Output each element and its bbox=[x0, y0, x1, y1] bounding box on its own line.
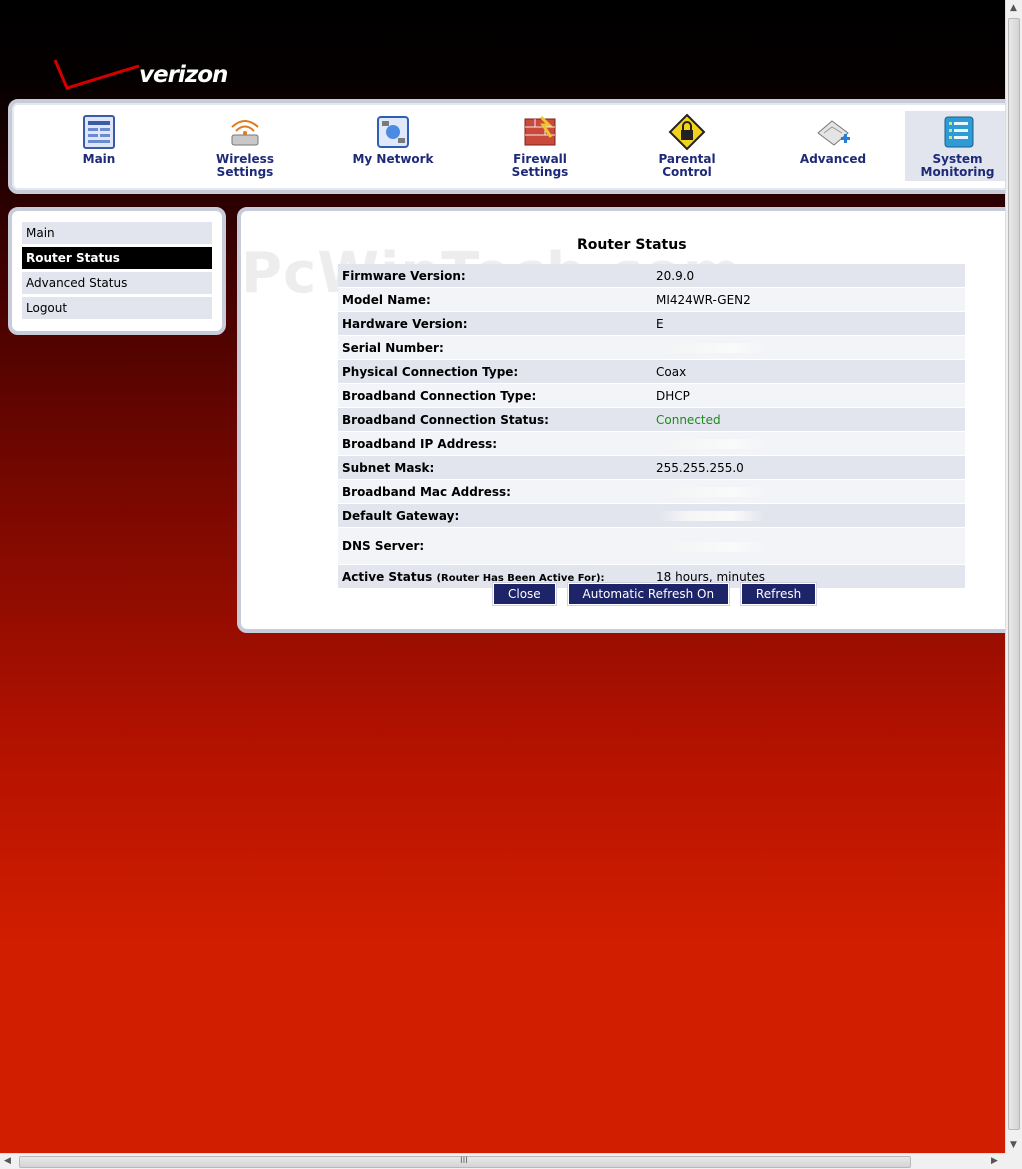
table-row: Broadband Connection Status: Connected bbox=[338, 407, 965, 432]
row-label: Broadband Mac Address: bbox=[338, 479, 652, 504]
scroll-left-icon[interactable]: ◀ bbox=[4, 1156, 11, 1166]
nav-firewall-settings[interactable]: Firewall Settings bbox=[485, 111, 595, 181]
table-row: Default Gateway: bbox=[338, 503, 965, 528]
close-button[interactable]: Close bbox=[492, 582, 557, 606]
sidebar-item-logout[interactable]: Logout bbox=[22, 297, 212, 319]
row-label: Physical Connection Type: bbox=[338, 359, 652, 384]
horizontal-scroll-thumb[interactable]: III bbox=[19, 1156, 911, 1168]
row-label: Hardware Version: bbox=[338, 311, 652, 336]
lock-icon bbox=[668, 113, 706, 151]
table-row: Firmware Version: 20.9.0 bbox=[338, 264, 965, 288]
top-navigation: Main Wireless Settings My Network Firewa… bbox=[8, 99, 1005, 194]
sidebar-item-router-status[interactable]: Router Status bbox=[22, 247, 212, 269]
row-label: Firmware Version: bbox=[338, 264, 652, 288]
logo-text: verizon bbox=[139, 62, 228, 88]
sidebar-item-main[interactable]: Main bbox=[22, 222, 212, 244]
scroll-up-icon[interactable]: ▲ bbox=[1010, 3, 1017, 13]
sidebar-item-advanced-status[interactable]: Advanced Status bbox=[22, 272, 212, 294]
row-label: Model Name: bbox=[338, 287, 652, 312]
active-status-note: (Router Has Been Active For): bbox=[436, 572, 605, 584]
wireless-icon bbox=[226, 113, 264, 151]
redacted-value bbox=[656, 487, 766, 497]
row-value: 20.9.0 bbox=[652, 264, 965, 288]
browser-viewport: verizon Main Wireless Settings My Networ… bbox=[0, 0, 1005, 1153]
firewall-icon bbox=[521, 113, 559, 151]
row-value: DHCP bbox=[652, 383, 965, 408]
active-status-text: Active Status bbox=[342, 569, 433, 584]
nav-wireless-label: Wireless Settings bbox=[216, 152, 274, 179]
table-row: Hardware Version: E bbox=[338, 311, 965, 336]
row-label: Broadband Connection Type: bbox=[338, 383, 652, 408]
nav-system-monitoring-label: System Monitoring bbox=[920, 152, 995, 179]
table-row: Physical Connection Type: Coax bbox=[338, 359, 965, 384]
router-status-table: Firmware Version: 20.9.0 Model Name: MI424… bbox=[338, 264, 965, 589]
connection-status-value: Connected bbox=[652, 407, 965, 432]
advanced-icon bbox=[814, 113, 852, 151]
row-label: Serial Number: bbox=[338, 335, 652, 360]
table-row: Serial Number: bbox=[338, 335, 965, 360]
refresh-button[interactable]: Refresh bbox=[739, 582, 818, 606]
action-buttons: Close Automatic Refresh On Refresh bbox=[492, 582, 824, 606]
redacted-value bbox=[656, 439, 766, 449]
redacted-value bbox=[656, 343, 766, 353]
verizon-logo[interactable]: verizon bbox=[53, 54, 239, 94]
vertical-scrollbar[interactable]: ▲ ▼ bbox=[1005, 0, 1022, 1153]
sidebar: Main Router Status Advanced Status Logou… bbox=[8, 207, 226, 335]
table-row: DNS Server: bbox=[338, 527, 965, 565]
row-value-redacted bbox=[652, 431, 965, 456]
row-value-redacted bbox=[652, 335, 965, 360]
main-icon bbox=[80, 113, 118, 151]
nav-my-network-label: My Network bbox=[352, 152, 434, 166]
row-label: Subnet Mask: bbox=[338, 455, 652, 480]
nav-parental-control[interactable]: Parental Control bbox=[632, 111, 742, 181]
network-icon bbox=[374, 113, 412, 151]
row-value: Coax bbox=[652, 359, 965, 384]
row-label: Broadband Connection Status: bbox=[338, 407, 652, 432]
table-row: Broadband Connection Type: DHCP bbox=[338, 383, 965, 408]
nav-advanced-label: Advanced bbox=[799, 152, 867, 166]
redacted-value bbox=[656, 541, 766, 552]
table-row: Broadband IP Address: bbox=[338, 431, 965, 456]
scroll-down-icon[interactable]: ▼ bbox=[1010, 1140, 1017, 1150]
nav-parental-label: Parental Control bbox=[658, 152, 716, 179]
monitor-icon bbox=[939, 113, 977, 151]
nav-firewall-label: Firewall Settings bbox=[511, 152, 569, 179]
nav-wireless-settings[interactable]: Wireless Settings bbox=[190, 111, 300, 181]
row-label: DNS Server: bbox=[338, 527, 652, 565]
nav-my-network[interactable]: My Network bbox=[338, 111, 448, 181]
redacted-value bbox=[656, 511, 766, 521]
row-value: MI424WR-GEN2 bbox=[652, 287, 965, 312]
row-value-redacted bbox=[652, 503, 965, 528]
row-value-redacted bbox=[652, 527, 965, 565]
scroll-right-icon[interactable]: ▶ bbox=[991, 1156, 998, 1166]
row-label: Broadband IP Address: bbox=[338, 431, 652, 456]
nav-system-monitoring[interactable]: System Monitoring bbox=[905, 111, 1005, 181]
table-row: Broadband Mac Address: bbox=[338, 479, 965, 504]
row-value: E bbox=[652, 311, 965, 336]
scroll-grip: III bbox=[460, 1156, 468, 1166]
scrollbar-corner bbox=[1005, 1153, 1022, 1169]
verizon-check-icon bbox=[53, 59, 140, 90]
table-row: Subnet Mask: 255.255.255.0 bbox=[338, 455, 965, 480]
table-row: Model Name: MI424WR-GEN2 bbox=[338, 287, 965, 312]
row-value-redacted bbox=[652, 479, 965, 504]
nav-main-label: Main bbox=[82, 152, 116, 166]
vertical-scroll-thumb[interactable] bbox=[1008, 18, 1020, 1130]
router-status-panel: Router Status PcWinTech.com Firmware Ver… bbox=[237, 207, 1005, 633]
automatic-refresh-button[interactable]: Automatic Refresh On bbox=[566, 582, 731, 606]
nav-main[interactable]: Main bbox=[44, 111, 154, 181]
horizontal-scrollbar[interactable]: ◀ III ▶ bbox=[0, 1153, 1005, 1169]
row-label: Default Gateway: bbox=[338, 503, 652, 528]
row-value: 255.255.255.0 bbox=[652, 455, 965, 480]
nav-advanced[interactable]: Advanced bbox=[778, 111, 888, 181]
page-title: Router Status bbox=[577, 237, 687, 253]
